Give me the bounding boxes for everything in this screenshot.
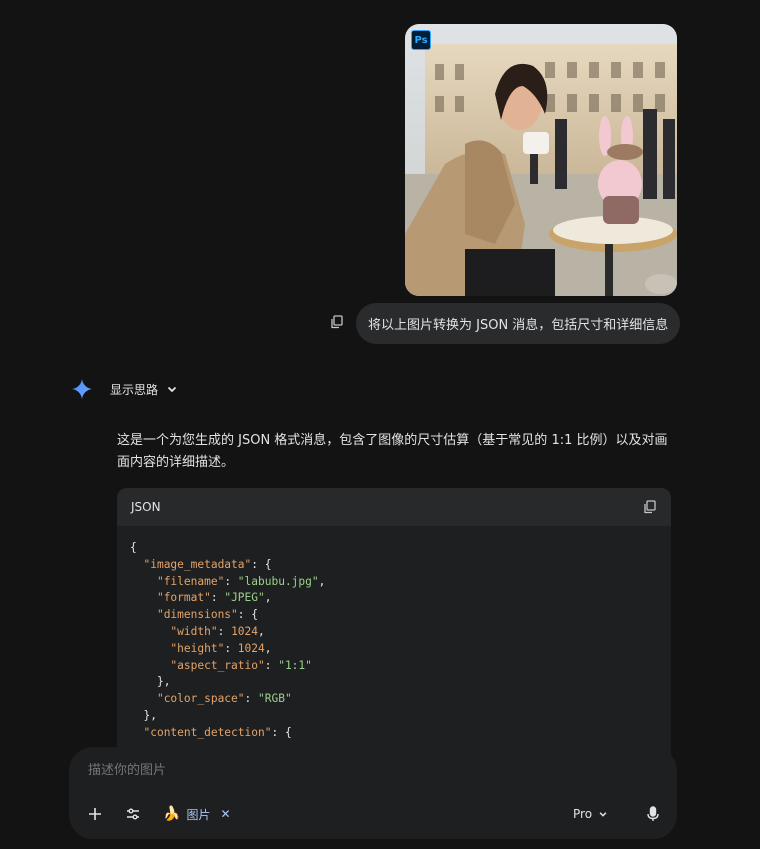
json-value: "labubu.jpg" [237,574,319,588]
copy-icon[interactable] [327,312,347,332]
json-key: "width" [170,624,218,638]
code-line: { [130,541,137,554]
uploaded-photo [405,24,677,296]
json-key: "image_metadata" [143,557,252,571]
json-value: 1024 [231,624,259,638]
chevron-down-icon [167,386,177,393]
json-value: "JPEG" [224,591,265,605]
show-thinking-toggle[interactable]: 显示思路 [104,378,184,400]
image-chip-label: 图片 [186,807,211,822]
code-language-label: JSON [131,500,161,514]
json-value: "RGB" [258,692,292,706]
code-line: "filename": "labubu.jpg", [156,574,326,588]
code-block: JSON { "image_metadata": { "filename": "… [117,488,671,778]
json-key: "color_space" [156,692,245,706]
code-line: "format": "JPEG", [156,591,272,605]
tools-button[interactable] [121,801,145,827]
json-value: "1:1" [278,658,312,672]
uploaded-image[interactable]: Ps [405,24,677,296]
banana-icon: 🍌 [163,806,181,822]
copy-icon [644,500,656,514]
json-key: "dimensions" [156,608,238,622]
json-key: "height" [170,641,225,655]
code-header: JSON [117,488,671,526]
prompt-input[interactable] [88,763,648,778]
json-key: "format" [156,591,211,605]
copy-code-button[interactable] [643,500,657,514]
json-key: "content_detection" [143,725,272,739]
prompt-composer: 🍌 图片 ✕ Pro [69,747,677,839]
code-line: "content_detection": { [143,725,292,739]
code-line: }, [156,675,171,689]
user-message-text: 将以上图片转换为 JSON 消息，包括尺寸和详细信息 [368,318,669,333]
json-value: 1024 [237,641,265,655]
plus-icon [89,808,101,820]
tune-icon [127,808,139,820]
mic-button[interactable] [641,801,665,827]
gemini-spark-icon [71,378,93,400]
code-line: "aspect_ratio": "1:1" [170,658,312,672]
code-line: }, [143,708,157,722]
close-icon[interactable]: ✕ [220,807,230,821]
show-thinking-label: 显示思路 [110,382,159,397]
photoshop-badge-icon: Ps [411,30,431,50]
json-key: "aspect_ratio" [170,658,265,672]
add-button[interactable] [83,801,107,827]
code-line: "color_space": "RGB" [156,692,292,706]
code-line: "image_metadata": { [143,557,272,571]
mic-icon [647,806,659,821]
model-label: Pro [573,807,593,821]
chevron-down-icon [599,812,607,817]
image-tool-chip[interactable]: 🍌 图片 ✕ [163,802,231,826]
code-line: "width": 1024, [170,624,265,638]
model-selector[interactable]: Pro [573,802,608,826]
code-line: "dimensions": { [156,608,258,622]
json-key: "filename" [156,574,225,588]
code-content: { "image_metadata": { "filename": "labub… [117,526,671,756]
code-line: "height": 1024, [170,641,272,655]
user-message-bubble: 将以上图片转换为 JSON 消息，包括尺寸和详细信息 [356,303,681,344]
response-intro: 这是一个为您生成的 JSON 格式消息，包含了图像的尺寸估算（基于常见的 1:1… [117,433,668,470]
